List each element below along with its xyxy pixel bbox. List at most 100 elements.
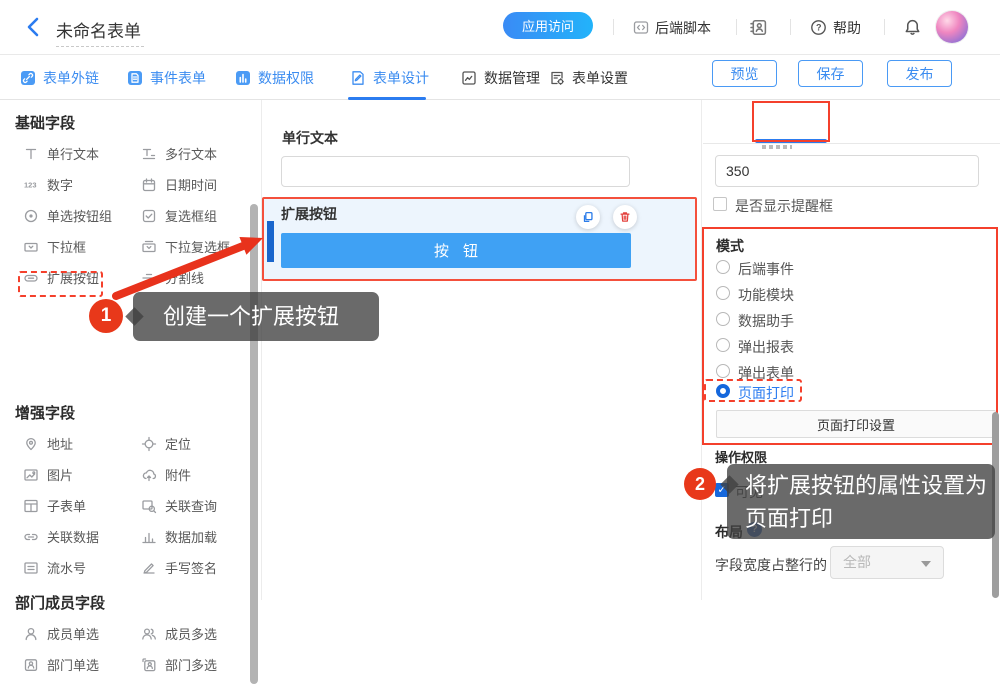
divider — [736, 19, 737, 35]
field-attachment[interactable]: 附件 — [141, 459, 253, 490]
copy-field-button[interactable] — [576, 205, 600, 229]
field-datetime[interactable]: 日期时间 — [141, 169, 253, 200]
field-number[interactable]: 123数字 — [23, 169, 141, 200]
radio-label[interactable]: 数据助手 — [738, 311, 794, 331]
radio-popup-report[interactable] — [716, 338, 730, 352]
field-image[interactable]: 图片 — [23, 459, 141, 490]
image-icon — [23, 467, 39, 483]
field-multi-select[interactable]: 下拉复选框 — [141, 231, 253, 262]
section-basic-fields: 基础字段 单行文本 多行文本 123数字 日期时间 单选按钮组 复选框组 下拉框… — [0, 112, 250, 293]
button-width-input[interactable] — [715, 155, 979, 187]
tab-data-management[interactable]: 数据管理 — [461, 62, 540, 94]
link-query-icon — [141, 498, 157, 514]
field-width-label: 字段宽度占整行的 — [715, 555, 827, 575]
checkbox-group-icon — [141, 208, 157, 224]
field-width-select[interactable]: 全部 — [830, 546, 944, 579]
field-data-load[interactable]: 数据加载 — [141, 521, 253, 552]
extension-button-preview[interactable]: 按钮 — [281, 233, 631, 268]
field-link-query[interactable]: 关联查询 — [141, 490, 253, 521]
tab-label: 表单设计 — [373, 68, 429, 88]
backend-script-button[interactable]: 后端脚本 — [633, 0, 711, 55]
field-multi-line-text[interactable]: 多行文本 — [141, 138, 253, 169]
tab-form-external-link[interactable]: 表单外链 — [20, 62, 99, 94]
step-1-badge: 1 — [89, 299, 123, 333]
link-data-icon — [23, 529, 39, 545]
tab-event-form[interactable]: 事件表单 — [127, 62, 206, 94]
app-access-button[interactable]: 应用访问 — [503, 12, 593, 39]
field-divider-line[interactable]: 分割线 — [141, 262, 253, 293]
preview-button[interactable]: 预览 — [712, 60, 777, 87]
copy-icon — [581, 210, 595, 224]
tab-label: 数据管理 — [484, 68, 540, 88]
tab-data-permission[interactable]: 数据权限 — [235, 62, 314, 94]
field-address[interactable]: 地址 — [23, 428, 141, 459]
dept-multi-icon — [141, 657, 157, 673]
select-icon — [23, 239, 39, 255]
serial-number-icon — [23, 560, 39, 576]
locate-icon — [141, 436, 157, 452]
field-dept-multi[interactable]: 部门多选 — [141, 649, 253, 680]
radio-label[interactable]: 弹出表单 — [738, 363, 794, 383]
signature-icon — [141, 560, 157, 576]
field-member-single[interactable]: 成员单选 — [23, 618, 141, 649]
extension-button-icon — [23, 270, 39, 286]
svg-text:?: ? — [816, 23, 822, 33]
tab-form-design[interactable]: 表单设计 — [350, 62, 429, 94]
field-dept-single[interactable]: 部门单选 — [23, 649, 141, 680]
field-checkbox-group[interactable]: 复选框组 — [141, 200, 253, 231]
publish-button[interactable]: 发布 — [887, 60, 952, 87]
field-select[interactable]: 下拉框 — [23, 231, 141, 262]
contacts-button[interactable] — [749, 0, 768, 55]
radio-data-assistant[interactable] — [716, 312, 730, 326]
field-single-line-text[interactable]: 单行文本 — [23, 138, 141, 169]
radio-label[interactable]: 弹出报表 — [738, 337, 794, 357]
field-locate[interactable]: 定位 — [141, 428, 253, 459]
nav-bar: 表单外链 事件表单 数据权限 表单设计 数据管理 表单设置 预览 保存 发布 — [0, 56, 1000, 100]
radio-popup-form[interactable] — [716, 364, 730, 378]
tab-label: 事件表单 — [150, 68, 206, 88]
field-signature[interactable]: 手写签名 — [141, 552, 253, 583]
field-subform[interactable]: 子表单 — [23, 490, 141, 521]
member-multi-icon — [141, 626, 157, 642]
field-radio-group[interactable]: 单选按钮组 — [23, 200, 141, 231]
delete-field-button[interactable] — [613, 205, 637, 229]
tab-label: 表单外链 — [43, 68, 99, 88]
user-avatar[interactable] — [936, 11, 968, 43]
form-title[interactable]: 未命名表单 — [56, 17, 144, 47]
multi-line-text-icon — [141, 146, 157, 162]
single-line-text-field-input[interactable] — [281, 156, 630, 187]
divider — [884, 19, 885, 35]
radio-function-module[interactable] — [716, 286, 730, 300]
member-single-icon — [23, 626, 39, 642]
tab-form-settings[interactable]: 表单设置 — [549, 62, 628, 94]
notifications-button[interactable] — [903, 0, 922, 55]
field-serial-number[interactable]: 流水号 — [23, 552, 141, 583]
active-tab-underline — [348, 97, 426, 100]
radio-label-selected[interactable]: 页面打印 — [738, 383, 794, 403]
radio-label[interactable]: 功能模块 — [738, 285, 794, 305]
clipped-scrolled-label — [762, 145, 792, 149]
back-button[interactable] — [24, 16, 44, 38]
reminder-checkbox-label: 是否显示提醒框 — [735, 196, 833, 216]
radio-page-print[interactable] — [716, 384, 730, 398]
step-2-badge: 2 — [684, 468, 716, 500]
number-icon: 123 — [23, 177, 39, 193]
divider — [613, 19, 614, 35]
attachment-icon — [141, 467, 157, 483]
single-line-text-field-label: 单行文本 — [282, 128, 338, 148]
panel-tabs-border — [703, 143, 1000, 144]
form-designer-app: 未命名表单 应用访问 后端脚本 ? 帮助 表单外链 事件表单 — [0, 0, 1000, 600]
save-button[interactable]: 保存 — [798, 60, 863, 87]
field-member-multi[interactable]: 成员多选 — [141, 618, 253, 649]
help-button[interactable]: ? 帮助 — [810, 0, 861, 55]
section-title: 部门成员字段 — [0, 592, 250, 613]
reminder-checkbox[interactable] — [713, 197, 727, 211]
page-print-settings-button[interactable]: 页面打印设置 — [716, 410, 996, 438]
field-link-data[interactable]: 关联数据 — [23, 521, 141, 552]
chevron-down-icon — [921, 561, 931, 567]
sidebar-scrollbar[interactable] — [250, 204, 258, 684]
field-width-value: 全部 — [843, 554, 871, 570]
field-extension-button[interactable]: 扩展按钮 — [23, 262, 141, 293]
radio-backend-event[interactable] — [716, 260, 730, 274]
radio-label[interactable]: 后端事件 — [738, 259, 794, 279]
